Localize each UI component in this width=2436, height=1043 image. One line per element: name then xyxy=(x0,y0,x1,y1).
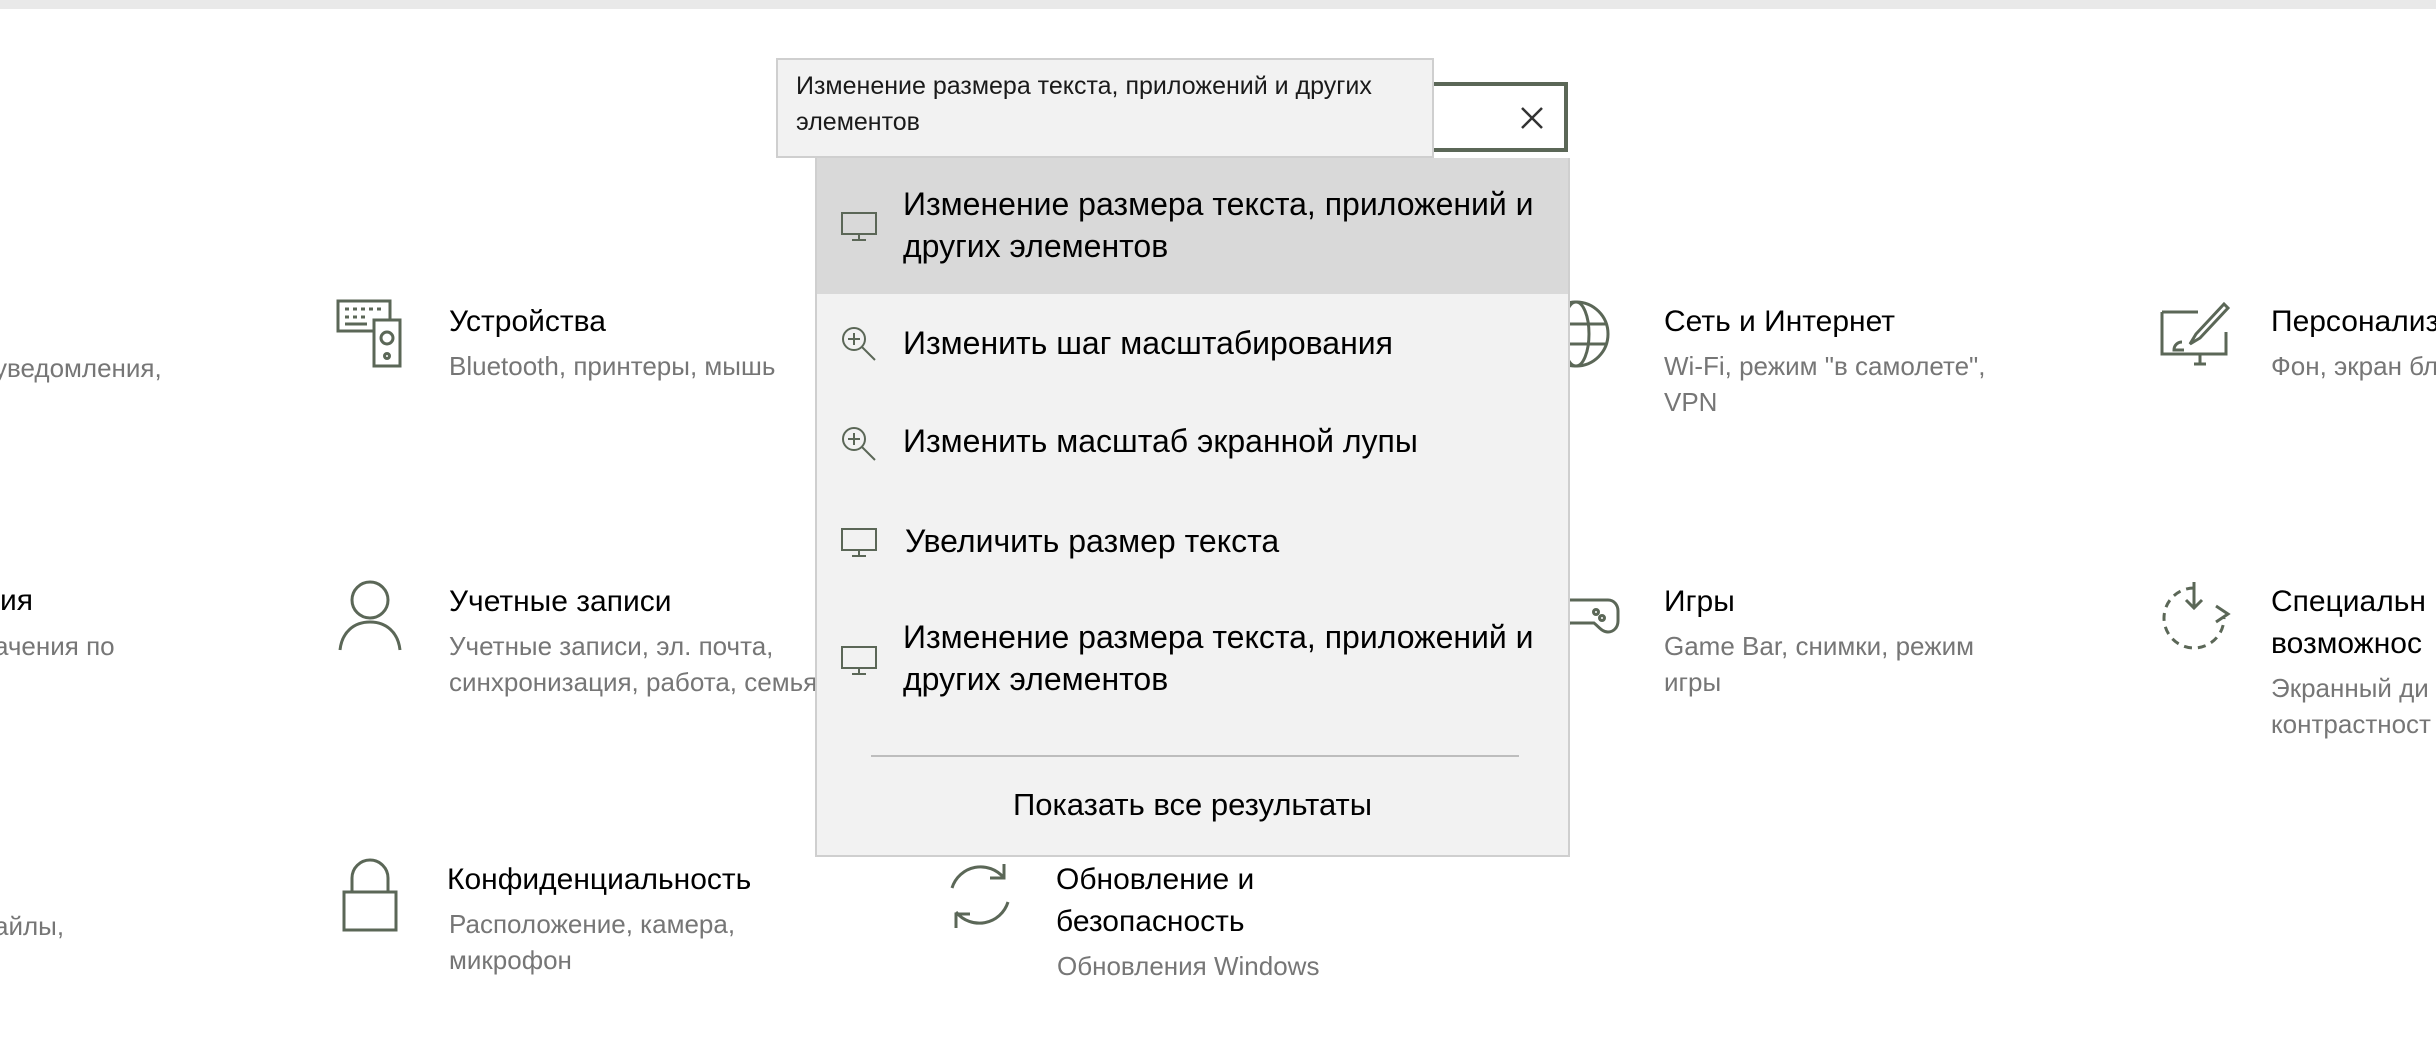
tile-title: Игры xyxy=(1664,585,1735,618)
suggestion-label: Изменение размера текста, приложений и д… xyxy=(903,186,1534,264)
tile-desc: Обновления Windows xyxy=(1057,951,1320,981)
divider xyxy=(871,755,1519,757)
top-bar xyxy=(0,0,2436,9)
suggestion-item[interactable]: Изменение размера текста, приложений и д… xyxy=(817,592,1568,724)
paint-monitor-icon xyxy=(2158,298,2238,378)
zoom-in-icon xyxy=(839,324,879,364)
suggestion-item[interactable]: Изменить масштаб экранной лупы xyxy=(817,394,1568,492)
suggestion-item[interactable]: Увеличить размер текста xyxy=(817,492,1568,592)
tile-title: Персонализ xyxy=(2271,305,2436,338)
person-icon xyxy=(330,578,410,658)
tile-desc: Расположение, камера, микрофон xyxy=(449,909,736,975)
close-icon[interactable] xyxy=(1510,96,1554,140)
suggestion-item[interactable]: Изменение размера текста, приложений и д… xyxy=(817,158,1568,294)
suggestion-label: Увеличить размер текста xyxy=(905,523,1280,559)
keyboard-speaker-icon xyxy=(330,298,410,378)
zoom-in-icon xyxy=(839,424,879,464)
tile-title: Сеть и Интернет xyxy=(1664,305,1896,338)
sync-icon xyxy=(940,856,1020,936)
tile-desc: Фон, экран бл xyxy=(2271,351,2436,381)
monitor-icon xyxy=(839,206,879,246)
tile-title: Устройства xyxy=(449,305,606,338)
show-all-results-link[interactable]: Показать все результаты xyxy=(817,770,1568,840)
tile-title: Конфиденциальность xyxy=(447,863,752,896)
lock-icon xyxy=(330,856,410,936)
tile-desc: Экранный ди контрастност xyxy=(2271,673,2431,739)
search-tooltip: Изменение размера текста, приложений и д… xyxy=(776,58,1434,158)
tile-desc: Учетные записи, эл. почта, синхронизация… xyxy=(449,631,818,697)
suggestion-label: Изменение размера текста, приложений и д… xyxy=(903,619,1534,697)
ease-of-access-icon xyxy=(2158,578,2238,658)
search-suggestions: Изменение размера текста, приложений и д… xyxy=(815,158,1570,857)
suggestion-label: Изменить шаг масштабирования xyxy=(903,325,1393,361)
tile-desc: уведомления, xyxy=(0,353,162,383)
monitor-icon xyxy=(839,522,879,562)
tile-title: ия xyxy=(0,584,34,617)
tile-desc: ачения по xyxy=(0,631,115,661)
tile-title: Учетные записи xyxy=(449,585,672,618)
tile-desc: Bluetooth, принтеры, мышь xyxy=(449,351,776,381)
tile-title: Специальн возможнос xyxy=(2271,585,2426,660)
suggestion-item[interactable]: Изменить шаг масштабирования xyxy=(817,294,1568,394)
tile-title: Обновление и безопасность xyxy=(1056,863,1255,938)
tile-desc: Game Bar, снимки, режим игры xyxy=(1664,631,1975,697)
suggestion-label: Изменить масштаб экранной лупы xyxy=(903,423,1418,459)
tile-desc: Wi-Fi, режим "в самолете", VPN xyxy=(1664,351,1986,417)
monitor-icon xyxy=(839,640,879,680)
tile-desc: айлы, xyxy=(0,911,65,941)
